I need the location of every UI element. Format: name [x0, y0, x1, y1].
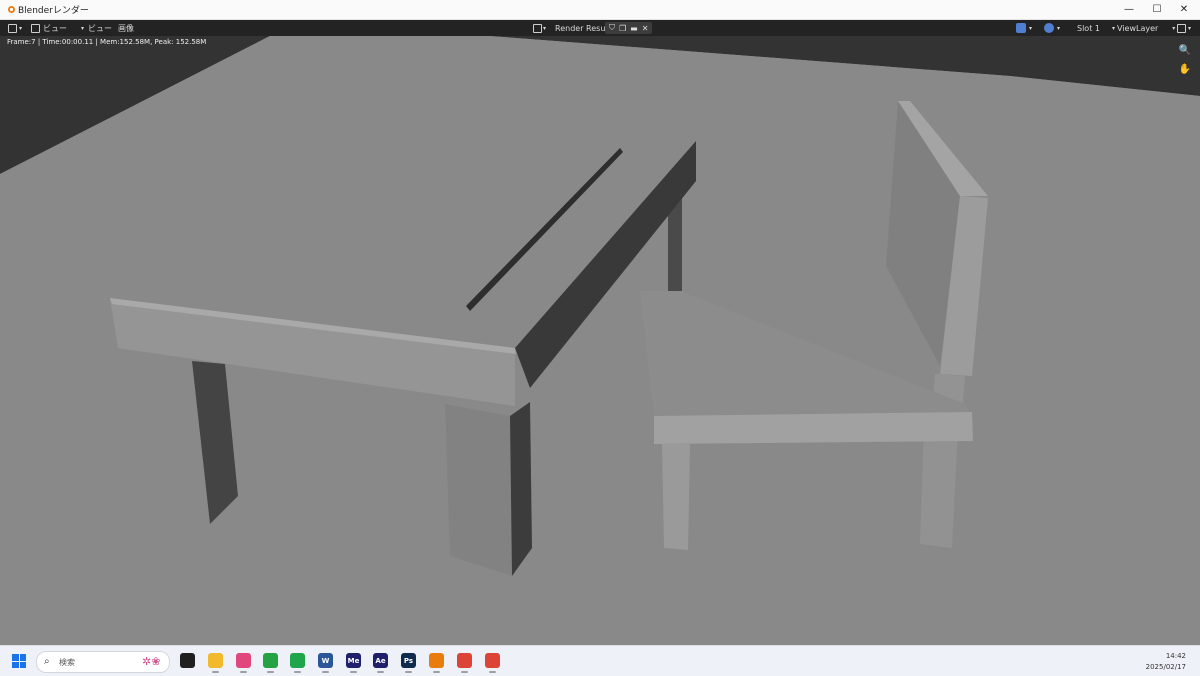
search-highlight-icon: ✲❀	[142, 655, 161, 668]
view-mode-dropdown[interactable]: ビュー ▾	[31, 22, 84, 34]
editor-type-dropdown[interactable]: ▾	[8, 22, 22, 34]
render-stats: Frame:7 | Time:00:00.11 | Mem:152.58M, P…	[7, 38, 207, 46]
chevron-down-icon: ▾	[543, 24, 547, 32]
chevron-down-icon: ▾	[1111, 24, 1115, 32]
media-encoder-icon[interactable]: Me	[346, 653, 361, 673]
image-editor-icon	[8, 23, 17, 33]
channels-icon	[1177, 23, 1186, 33]
menu-image[interactable]: 画像	[118, 22, 134, 34]
folder-icon[interactable]: ▬	[630, 24, 638, 33]
slot-dropdown[interactable]: Slot 1 ▾	[1077, 22, 1115, 34]
windows-start-icon[interactable]	[12, 654, 26, 668]
render-result-name[interactable]: Render Result	[555, 22, 611, 34]
snipping-tool-icon[interactable]	[236, 653, 251, 673]
browse-image-button[interactable]: ▾	[533, 22, 546, 34]
chevron-down-icon: ▾	[1057, 24, 1061, 32]
duplicate-icon[interactable]: ❐	[619, 24, 626, 33]
taskbar-search-box[interactable]: ⌕ 検索 ✲❀	[36, 651, 170, 673]
image-icon	[31, 23, 40, 33]
render-image	[0, 36, 1200, 644]
fake-user-shield-icon[interactable]: ⛉	[609, 23, 615, 33]
search-placeholder: 検索	[59, 658, 75, 667]
photoshop-icon[interactable]: Ps	[401, 653, 416, 673]
chevron-down-icon: ▾	[19, 24, 23, 32]
overlay-icon	[1044, 23, 1054, 33]
view-layer-label: ViewLayer	[1117, 23, 1159, 33]
window-title: Blenderレンダー	[18, 6, 89, 16]
gizmo-toggle-button[interactable]: ▾	[1016, 22, 1032, 34]
image-browse-icon	[533, 23, 542, 33]
chevron-down-icon: ▾	[81, 24, 85, 32]
task-view-icon[interactable]	[180, 653, 195, 668]
image-datablock-buttons: ⛉ ❐ ▬ ✕	[605, 22, 653, 34]
menu-view-1: ビュー	[43, 23, 67, 33]
chevron-down-icon: ▾	[1188, 24, 1192, 32]
clock-date: 2025/02/17	[1145, 663, 1186, 671]
blender-logo-icon	[8, 6, 15, 13]
menu-view-2[interactable]: ビュー	[88, 22, 112, 34]
blender-icon[interactable]	[429, 653, 444, 673]
chevron-down-icon: ▾	[1029, 24, 1033, 32]
word-icon[interactable]: W	[318, 653, 333, 673]
close-button[interactable]: ✕	[1168, 0, 1200, 19]
clock-time: 14:42	[1165, 652, 1186, 660]
eye-app-icon[interactable]	[263, 653, 278, 673]
file-explorer-icon[interactable]	[208, 653, 223, 673]
messages-icon[interactable]	[290, 653, 305, 673]
window-titlebar: Blenderレンダー — ☐ ✕	[0, 0, 1200, 20]
search-icon: ⌕	[44, 656, 50, 667]
display-channels-button[interactable]: ▾	[1177, 22, 1191, 34]
zoom-icon[interactable]: 🔍	[1178, 43, 1192, 57]
view-layer-dropdown[interactable]: ViewLayer ▾	[1117, 22, 1175, 34]
unlink-x-icon[interactable]: ✕	[642, 24, 649, 33]
windows-taskbar: ⌕ 検索 ✲❀ W Me Ae Ps 14:42 2025/02/17	[0, 645, 1200, 676]
gizmo-icon	[1016, 23, 1026, 33]
slot-label: Slot 1	[1077, 23, 1100, 33]
chrome-2-icon[interactable]	[485, 653, 500, 673]
image-editor-header: ▾ ビュー ▾ ビュー 画像 ▾ Render Result ⛉ ❐ ▬ ✕ ▾…	[0, 20, 1200, 36]
chevron-down-icon: ▾	[1172, 24, 1176, 32]
render-viewport[interactable]: Frame:7 | Time:00:00.11 | Mem:152.58M, P…	[0, 36, 1200, 644]
chrome-1-icon[interactable]	[457, 653, 472, 673]
after-effects-icon[interactable]: Ae	[373, 653, 388, 673]
pan-hand-icon[interactable]: ✋	[1178, 62, 1192, 76]
overlay-toggle-button[interactable]: ▾	[1044, 22, 1060, 34]
system-clock[interactable]: 14:42 2025/02/17	[1146, 651, 1186, 673]
